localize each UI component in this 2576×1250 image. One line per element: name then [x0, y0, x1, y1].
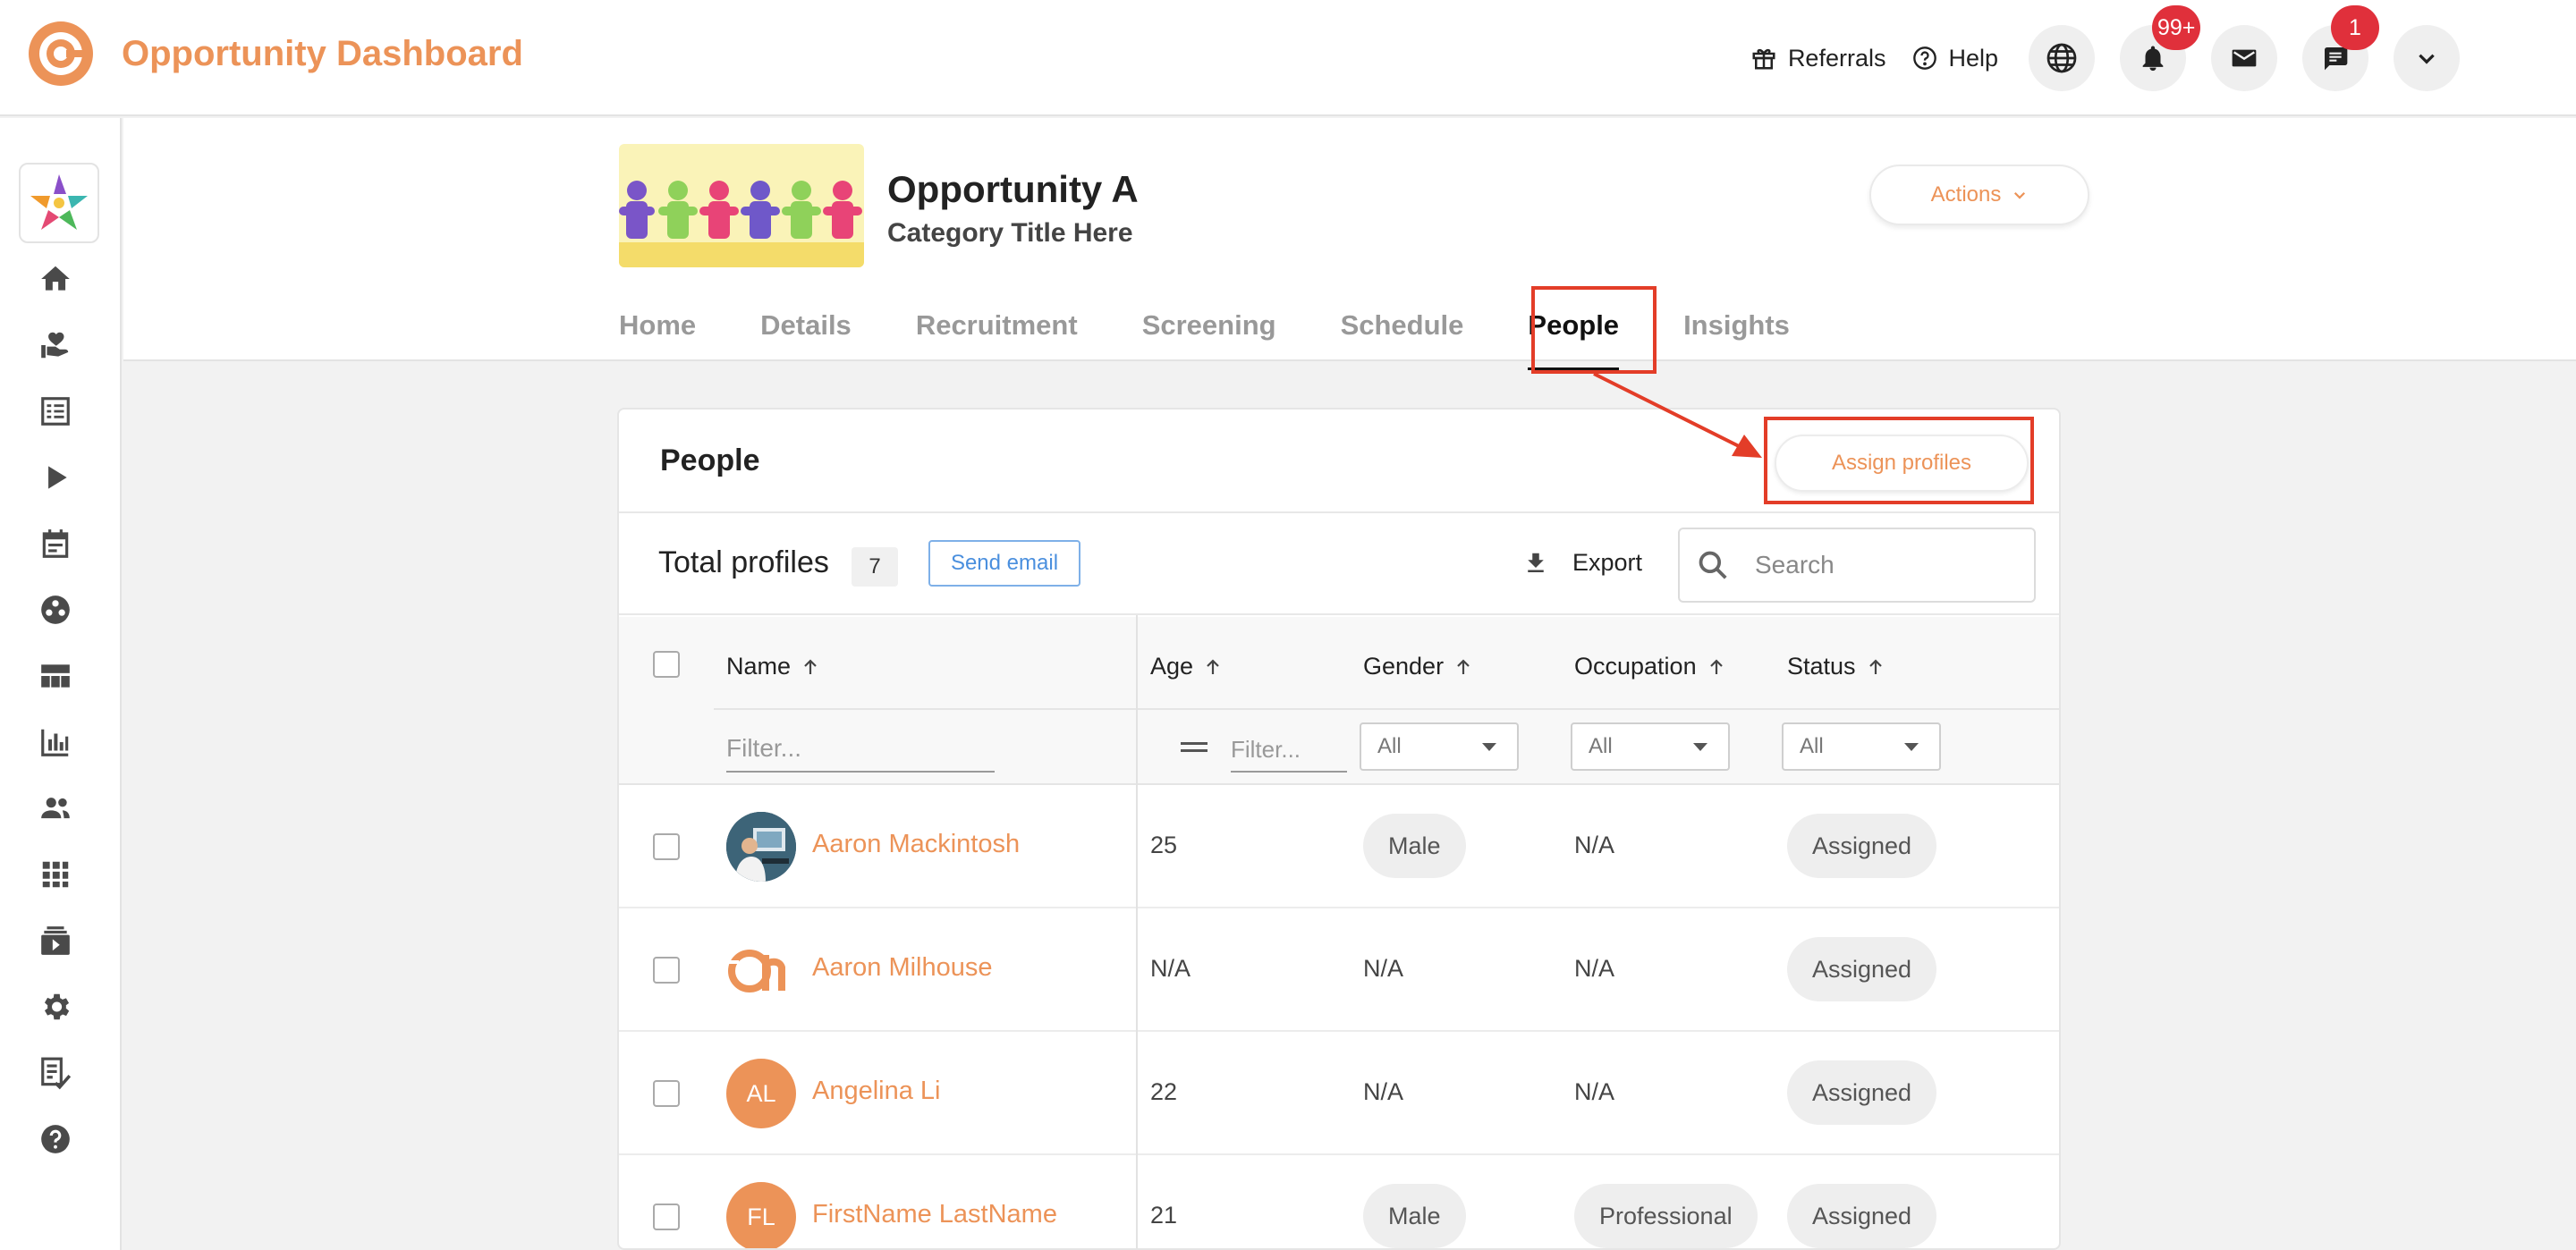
annotation-arrow — [1593, 372, 1762, 458]
